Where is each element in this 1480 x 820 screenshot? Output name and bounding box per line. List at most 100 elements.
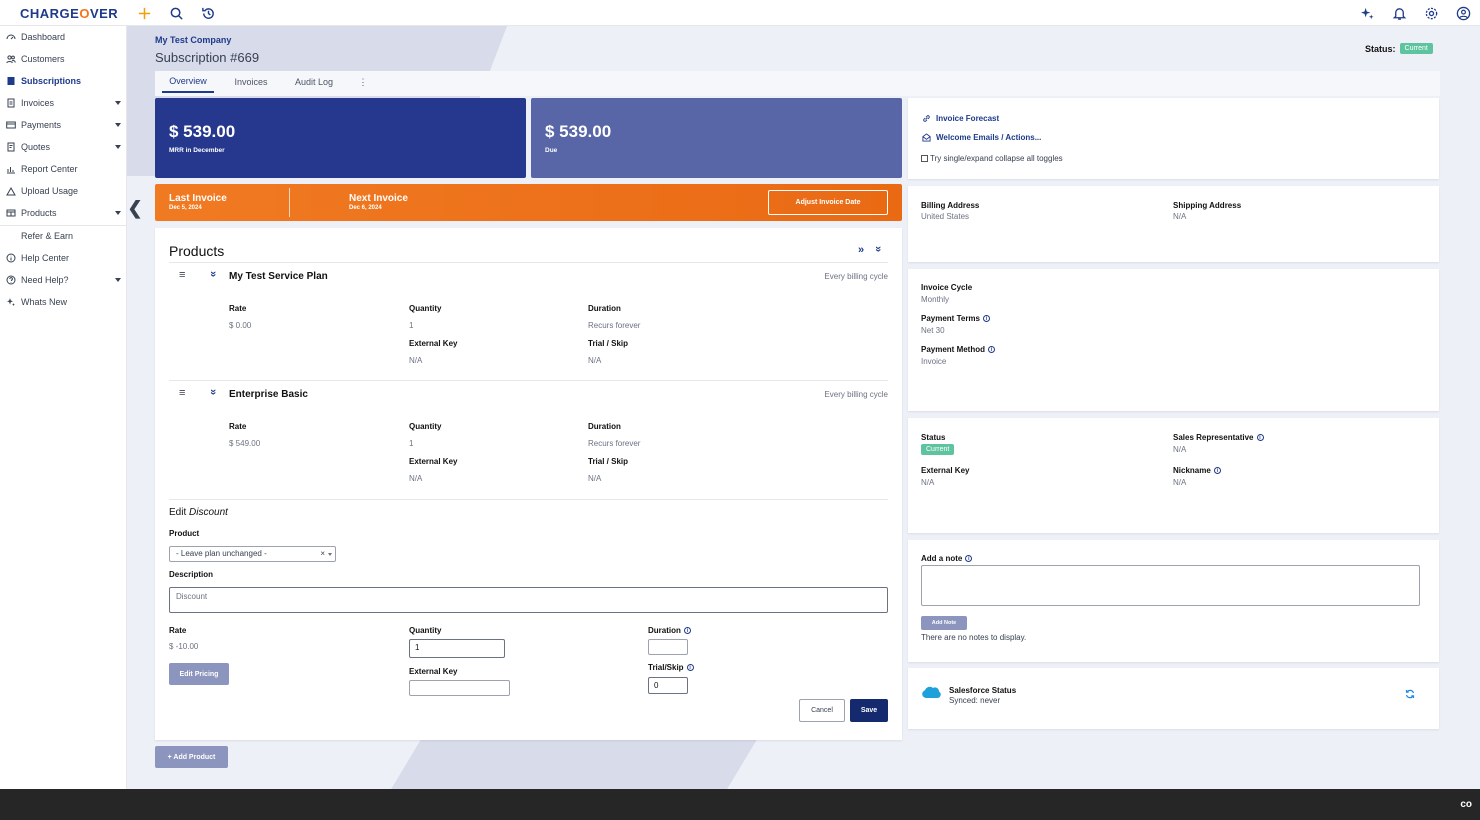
shipping-address-value: N/A xyxy=(1173,212,1187,221)
upload-icon xyxy=(1,186,21,196)
sparkle-icon[interactable] xyxy=(1358,4,1376,22)
sidebar-item-label: Report Center xyxy=(21,164,78,174)
logo[interactable]: CHARGEOVER xyxy=(20,6,118,21)
due-amount: $ 539.00 xyxy=(545,122,612,141)
sidebar-item-help-center[interactable]: Help Center xyxy=(0,247,127,269)
cancel-button[interactable]: Cancel xyxy=(799,699,845,722)
drag-handle-icon[interactable]: ≡ xyxy=(179,269,185,281)
sidebar-item-products[interactable]: Products xyxy=(0,202,127,224)
next-invoice-title: Next Invoice xyxy=(349,193,408,204)
info-icon[interactable]: i xyxy=(983,315,990,322)
payment-method-value: Invoice xyxy=(921,357,947,366)
salesforce-card: Salesforce Status Synced: never xyxy=(908,668,1439,729)
gear-icon[interactable] xyxy=(1422,4,1440,22)
add-product-button[interactable]: + Add Product xyxy=(155,746,228,768)
sidebar-item-report-center[interactable]: Report Center xyxy=(0,158,127,180)
address-card: Billing Address United States Shipping A… xyxy=(908,186,1439,262)
invoice-forecast-link[interactable]: Invoice Forecast xyxy=(922,114,999,123)
bell-icon[interactable] xyxy=(1390,4,1408,22)
salesforce-sync-status: Synced: never xyxy=(949,696,1001,705)
toggle-collapse-option[interactable]: Try single/expand collapse all toggles xyxy=(921,154,1063,163)
chevron-down-icon xyxy=(115,101,121,105)
history-icon[interactable] xyxy=(199,4,217,22)
trial-skip-label: Trial/Skip i xyxy=(648,663,694,672)
invoice-cycle-value: Monthly xyxy=(921,295,950,304)
external-key-field[interactable] xyxy=(409,680,510,696)
company-link[interactable]: My Test Company xyxy=(155,35,231,45)
last-invoice-title[interactable]: Last Invoice xyxy=(169,193,227,204)
billing-terms-card: Invoice Cycle Monthly Payment Terms i Net… xyxy=(908,269,1439,411)
products-title: Products xyxy=(169,243,225,259)
rate-value: $ -10.00 xyxy=(169,642,199,651)
payment-method-label: Payment Method i xyxy=(921,345,996,354)
info-icon[interactable]: i xyxy=(988,346,996,353)
external-key-label: External Key xyxy=(921,466,970,475)
info-icon[interactable]: i xyxy=(686,664,694,671)
due-card: $ 539.00 Due xyxy=(531,98,902,178)
edit-pricing-button[interactable]: Edit Pricing xyxy=(169,663,229,685)
adjust-invoice-date-button[interactable]: Adjust Invoice Date xyxy=(768,190,888,215)
expand-all-icon[interactable]: » xyxy=(858,244,864,256)
save-button[interactable]: Save xyxy=(850,699,888,722)
search-icon[interactable] xyxy=(167,4,185,22)
sales-rep-value: N/A xyxy=(1173,445,1187,454)
quotes-icon xyxy=(1,142,21,152)
sidebar-item-payments[interactable]: Payments xyxy=(0,114,127,136)
chevron-down-icon[interactable]: » xyxy=(207,389,219,395)
clear-icon[interactable]: × xyxy=(320,549,325,558)
sidebar-item-label: Customers xyxy=(21,54,65,64)
trial-skip-field[interactable]: 0 xyxy=(648,677,688,694)
tab-overview[interactable]: Overview xyxy=(162,71,214,93)
product-select[interactable]: - Leave plan unchanged - × xyxy=(169,546,336,562)
external-key-value: N/A xyxy=(921,478,935,487)
toggle-checkbox[interactable] xyxy=(921,155,928,162)
note-textarea[interactable] xyxy=(921,565,1420,606)
sidebar-item-label: Dashboard xyxy=(21,32,66,42)
info-icon[interactable]: i xyxy=(1256,434,1264,441)
account-icon[interactable] xyxy=(1454,4,1472,22)
sidebar-item-invoices[interactable]: Invoices xyxy=(0,92,127,114)
add-icon[interactable] xyxy=(135,4,153,22)
tab-invoices[interactable]: Invoices xyxy=(228,71,274,93)
sidebar-item-whats-new[interactable]: Whats New xyxy=(0,291,127,313)
sidebar-item-label: Invoices xyxy=(21,98,55,108)
duration-field[interactable] xyxy=(648,639,688,655)
sidebar-item-need-help[interactable]: Need Help? xyxy=(0,269,127,291)
nickname-label: Nickname i xyxy=(1173,466,1221,475)
more-tabs-icon[interactable]: ⋮ xyxy=(356,71,370,93)
sidebar-item-subscriptions[interactable]: Subscriptions xyxy=(0,70,127,92)
sidebar-item-quotes[interactable]: Quotes xyxy=(0,136,127,158)
drag-handle-icon[interactable]: ≡ xyxy=(179,387,185,399)
sidebar-item-label: Payments xyxy=(21,120,62,130)
sidebar-item-refer-earn[interactable]: Refer & Earn xyxy=(0,225,127,247)
sidebar-item-dashboard[interactable]: Dashboard xyxy=(0,26,127,48)
info-icon[interactable]: i xyxy=(683,627,691,634)
info-icon[interactable]: i xyxy=(1213,467,1221,474)
sidebar-item-customers[interactable]: Customers xyxy=(0,48,127,70)
billing-cycle: Every billing cycle xyxy=(824,272,888,281)
quantity-label: Quantity xyxy=(409,304,442,313)
quantity-field[interactable]: 1 xyxy=(409,639,505,658)
mrr-label: MRR in December xyxy=(169,147,225,154)
chevron-down-icon[interactable]: » xyxy=(207,271,219,277)
collapse-all-icon[interactable]: » xyxy=(872,246,884,252)
description-label: Description xyxy=(169,570,214,579)
empty-notes-message: There are no notes to display. xyxy=(921,633,1027,642)
duration-value: Recurs forever xyxy=(588,439,641,448)
tab-audit-log[interactable]: Audit Log xyxy=(289,71,339,93)
duration-label: Duration xyxy=(588,304,621,313)
description-field[interactable]: Discount xyxy=(169,587,888,613)
add-note-button[interactable]: Add Note xyxy=(921,616,967,630)
sidebar-item-upload-usage[interactable]: Upload Usage xyxy=(0,180,127,202)
refresh-icon[interactable] xyxy=(1405,689,1415,699)
info-icon[interactable]: i xyxy=(965,555,973,562)
payment-terms-value: Net 30 xyxy=(921,326,945,335)
mrr-card: $ 539.00 MRR in December xyxy=(155,98,526,178)
products-icon xyxy=(1,208,21,218)
rate-label: Rate xyxy=(169,626,187,635)
welcome-emails-link[interactable]: Welcome Emails / Actions... xyxy=(922,133,1041,142)
last-invoice-date: Dec 5, 2024 xyxy=(169,205,202,211)
chevron-down-icon xyxy=(328,553,332,556)
collapse-sidebar-icon[interactable]: ❮ xyxy=(127,196,142,220)
payments-icon xyxy=(1,120,21,130)
